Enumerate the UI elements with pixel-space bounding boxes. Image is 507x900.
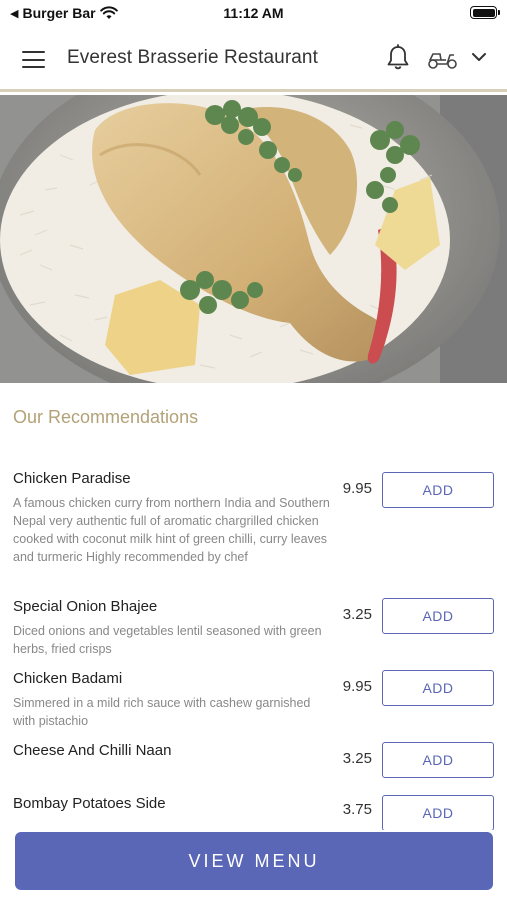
add-button[interactable]: ADD xyxy=(382,598,494,634)
item-name: Special Onion Bhajee xyxy=(13,598,158,615)
menu-item: Chicken Badami Simmered in a mild rich s… xyxy=(0,670,507,730)
item-name: Chicken Badami xyxy=(13,670,123,687)
item-price: 9.95 xyxy=(342,678,372,695)
battery-icon xyxy=(470,6,500,19)
app-header: Everest Brasserie Restaurant xyxy=(0,28,507,92)
menu-item: Bombay Potatoes Side 3.75 ADD xyxy=(0,795,507,830)
scooter-icon[interactable] xyxy=(427,46,459,70)
item-description: Simmered in a mild rich sauce with cashe… xyxy=(13,696,311,728)
view-menu-button[interactable]: VIEW MENU xyxy=(15,832,493,890)
hero-image xyxy=(0,95,507,383)
item-price: 3.25 xyxy=(342,750,372,767)
add-button[interactable]: ADD xyxy=(382,795,494,830)
menu-item: Special Onion Bhajee Diced onions and ve… xyxy=(0,598,507,658)
item-name: Bombay Potatoes Side xyxy=(13,795,166,812)
status-time: 11:12 AM xyxy=(223,5,284,21)
recommendations-list[interactable]: Chicken Paradise A famous chicken curry … xyxy=(0,470,507,830)
food-dish-illustration xyxy=(0,95,507,383)
item-price: 9.95 xyxy=(342,480,372,497)
menu-item: Cheese And Chilli Naan 3.25 ADD xyxy=(0,742,507,782)
section-title-recommendations: Our Recommendations xyxy=(13,407,199,427)
item-price: 3.25 xyxy=(342,606,372,623)
item-description: Diced onions and vegetables lentil seaso… xyxy=(13,624,322,656)
item-name: Cheese And Chilli Naan xyxy=(13,742,172,759)
status-bar: ◀ Burger Bar 11:12 AM xyxy=(0,0,507,28)
menu-icon[interactable] xyxy=(22,51,45,68)
bell-icon[interactable] xyxy=(385,44,411,72)
menu-item: Chicken Paradise A famous chicken curry … xyxy=(0,470,507,590)
item-description: A famous chicken curry from northern Ind… xyxy=(13,496,330,564)
item-price: 3.75 xyxy=(342,801,372,818)
page-title: Everest Brasserie Restaurant xyxy=(67,47,318,68)
add-button[interactable]: ADD xyxy=(382,670,494,706)
item-name: Chicken Paradise xyxy=(13,470,131,487)
add-button[interactable]: ADD xyxy=(382,472,494,508)
chevron-down-icon[interactable] xyxy=(470,50,488,64)
add-button[interactable]: ADD xyxy=(382,742,494,778)
